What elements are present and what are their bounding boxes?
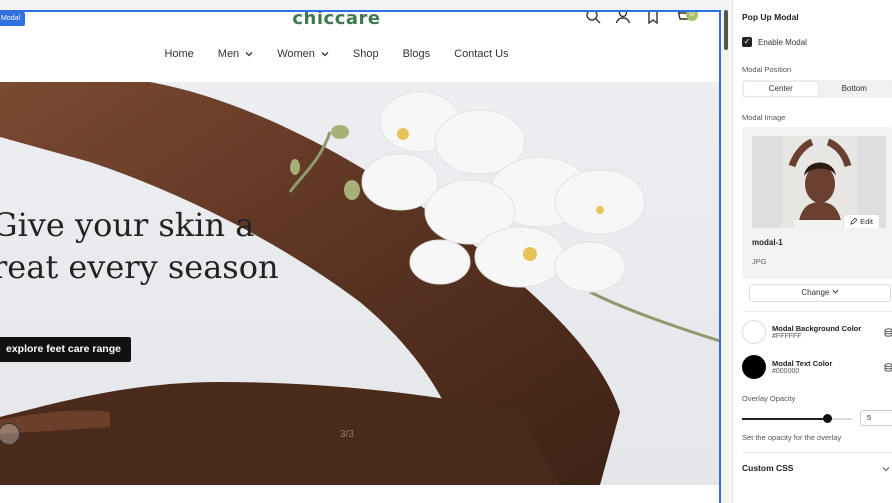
hero-banner: Give your skin a reat every season explo… [0,82,719,485]
checkbox-checked-icon[interactable]: ✓ [742,37,752,47]
chevron-down-icon [321,52,329,57]
modal-position-label: Modal Position [742,65,792,74]
nav-item-home[interactable]: Home [164,48,193,60]
site-logo[interactable]: chiccare [0,12,673,29]
pencil-icon [850,218,858,225]
hero-title-line: Give your skin a [0,206,255,244]
chevron-down-icon [245,52,253,57]
cart-icon[interactable]: 0 [675,12,698,24]
position-option-center[interactable]: Center [744,82,818,96]
bookmark-icon[interactable] [645,12,661,25]
user-icon[interactable] [615,12,631,24]
bg-color-label: Modal Background Color [772,324,862,333]
change-label: Change [801,288,830,297]
chevron-down-icon[interactable] [882,465,890,473]
site-header: chiccare 0 Home Men Women Shop Blogs Con… [0,12,719,82]
bg-color-hex: #FFFFFF [772,333,802,340]
nav-label: Contact Us [454,48,509,60]
text-color-hex: #000000 [772,368,800,375]
position-option-bottom[interactable]: Bottom [818,82,892,96]
modal-image-thumbnail[interactable]: Edit [752,136,886,228]
text-color-label: Modal Text Color [772,359,833,368]
opacity-help-text: Set the opacity for the overlay [742,433,842,442]
opacity-input[interactable]: 5 [860,410,892,426]
nav-item-blogs[interactable]: Blogs [403,48,431,60]
custom-css-section[interactable]: Custom CSS [742,463,793,473]
bg-color-row[interactable]: Modal Background Color #FFFFFF [742,320,892,344]
cart-count-badge: 0 [686,12,698,21]
nav-item-men[interactable]: Men [218,48,253,60]
modal-image-label: Modal Image [742,113,786,122]
modal-position-segmented: Center Bottom [742,80,892,98]
text-color-row[interactable]: Modal Text Color #000000 [742,355,892,379]
database-icon[interactable] [884,328,892,337]
image-filename: modal-1 [752,238,783,247]
nav-label: Home [164,48,194,60]
divider [742,311,892,312]
text-color-text: Modal Text Color #000000 [772,359,832,375]
nav-label: Women [277,48,315,60]
nav-item-shop[interactable]: Shop [353,48,379,60]
hero-cta-button[interactable]: explore feet care range [0,337,131,362]
text-color-swatch[interactable] [742,355,766,379]
divider [742,452,892,453]
edit-label: Edit [860,217,873,226]
modal-image-card: Edit modal-1 JPG [742,127,892,279]
slider-fill [742,418,827,420]
preview-frame[interactable]: chiccare 0 Home Men Women Shop Blogs Con… [0,10,721,503]
slider-handle[interactable] [823,414,832,423]
selection-tag[interactable]: Modal [0,12,26,26]
bg-color-text: Modal Background Color #FFFFFF [772,324,861,340]
overlay-opacity-label: Overlay Opacity [742,394,796,403]
database-icon[interactable] [884,363,892,372]
enable-modal-toggle[interactable]: ✓ Enable Modal [742,37,807,47]
bg-color-swatch[interactable] [742,320,766,344]
settings-panel: Pop Up Modal ✓ Enable Modal Modal Positi… [732,0,892,503]
header-icons: 0 [585,12,698,25]
slide-counter: 3/3 [340,429,354,440]
nav-label: Men [217,48,240,60]
nav-item-contact[interactable]: Contact Us [454,48,508,60]
editor-canvas: Modal chiccare 0 Home Men Women Shop Blo… [0,0,722,503]
opacity-slider[interactable] [742,414,852,423]
nav-label: Shop [352,48,379,60]
main-nav: Home Men Women Shop Blogs Contact Us [0,48,673,60]
hero-title-line: reat every season [0,248,279,286]
canvas-scrollbar[interactable] [722,0,732,503]
search-icon[interactable] [585,12,601,24]
nav-label: Blogs [402,48,431,60]
image-filetype: JPG [752,257,767,266]
hero-title: Give your skin a reat every season [0,204,312,288]
change-image-button[interactable]: Change [749,284,891,302]
panel-title: Pop Up Modal [742,12,799,22]
scrollbar-thumb[interactable] [724,10,728,50]
image-edit-button[interactable]: Edit [843,214,880,228]
nav-item-women[interactable]: Women [277,48,329,60]
enable-modal-label: Enable Modal [758,37,807,47]
chevron-down-icon [832,289,839,294]
